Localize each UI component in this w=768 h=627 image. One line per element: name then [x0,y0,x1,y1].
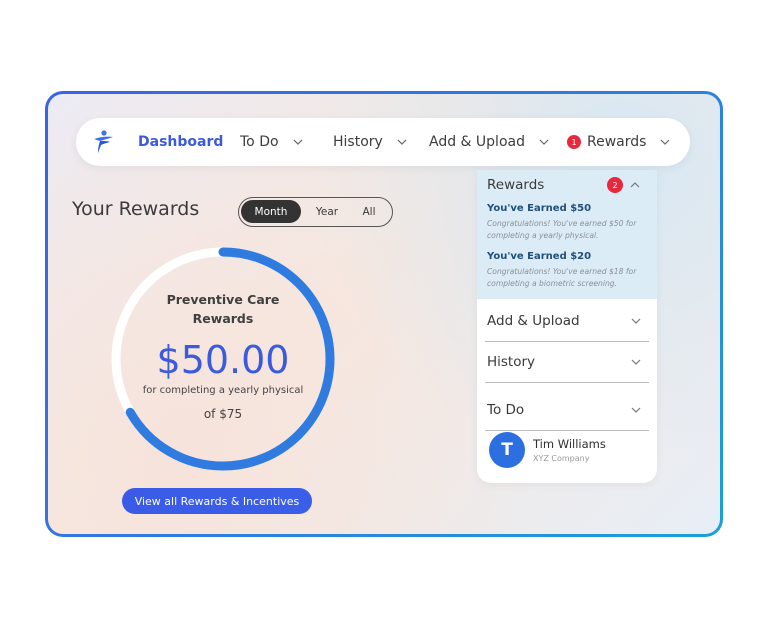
reward-title-line1: Preventive Care [166,292,280,307]
top-navbar: Dashboard To Do History Add & Upload 1 R… [76,118,690,166]
user-name: Tim Williams [533,437,606,451]
accordion-history[interactable]: History [485,342,649,383]
chevron-down-icon [661,139,670,145]
nav-dashboard-label: Dashboard [138,134,224,150]
side-panel: Rewards 2 You've Earned $50 Congratulati… [477,170,657,483]
nav-history-label: History [333,134,383,150]
reward-total: of $75 [203,407,243,421]
avatar: T [489,432,525,468]
user-profile[interactable]: T Tim Williams XYZ Company [489,432,649,472]
accordion-add-upload[interactable]: Add & Upload [485,301,649,342]
rewards-accordion: Rewards 2 You've Earned $50 Congratulati… [477,170,657,299]
reward-description: for completing a yearly physical [142,385,304,396]
nav-dashboard[interactable]: Dashboard [138,118,223,166]
app-window: Dashboard To Do History Add & Upload 1 R… [48,94,720,534]
accordion-label: History [487,354,536,370]
nav-add-upload[interactable]: Add & Upload [429,118,549,166]
rewards-count-badge: 2 [607,177,623,193]
view-all-rewards-button[interactable]: View all Rewards & Incentives [122,488,312,514]
earned-item-text: Congratulations! You've earned $18 for c… [487,267,637,288]
accordion-to-do[interactable]: To Do [485,390,649,431]
reward-category-title: Preventive Care Rewards [106,290,340,328]
chevron-down-icon [397,139,407,145]
period-month-button[interactable]: Month [241,200,301,223]
app-frame: Dashboard To Do History Add & Upload 1 R… [45,91,723,537]
period-year-button[interactable]: Year [305,200,349,223]
chevron-down-icon [293,139,302,145]
earned-item-title: You've Earned $50 [487,203,592,214]
accordion-label: To Do [487,402,525,418]
chevron-up-icon[interactable] [630,181,640,189]
reward-title-line2: Rewards [192,311,254,326]
nav-rewards-label: Rewards [587,134,647,150]
nav-rewards[interactable]: 1 Rewards [567,118,670,166]
nav-history[interactable]: History [333,118,407,166]
brand-logo-icon [94,130,113,153]
page-title: Your Rewards [72,198,200,220]
rewards-accordion-title[interactable]: Rewards [487,177,544,193]
chevron-down-icon [631,407,641,413]
chevron-down-icon [631,318,641,324]
earned-item-text: Congratulations! You've earned $50 for c… [487,219,637,240]
chevron-down-icon [631,359,641,365]
rewards-summary: Preventive Care Rewards $50.00 for compl… [106,242,340,476]
period-toggle: Month Year All [238,197,393,227]
user-company: XYZ Company [533,454,590,463]
nav-add-upload-label: Add & Upload [429,134,525,150]
nav-to-do[interactable]: To Do [240,118,303,166]
reward-amount: $50.00 [156,338,290,382]
nav-to-do-label: To Do [240,134,279,150]
earned-item-title: You've Earned $20 [487,251,592,262]
rewards-notification-badge: 1 [567,135,581,149]
accordion-label: Add & Upload [487,313,580,329]
chevron-down-icon [539,139,549,145]
period-all-button[interactable]: All [349,200,389,223]
